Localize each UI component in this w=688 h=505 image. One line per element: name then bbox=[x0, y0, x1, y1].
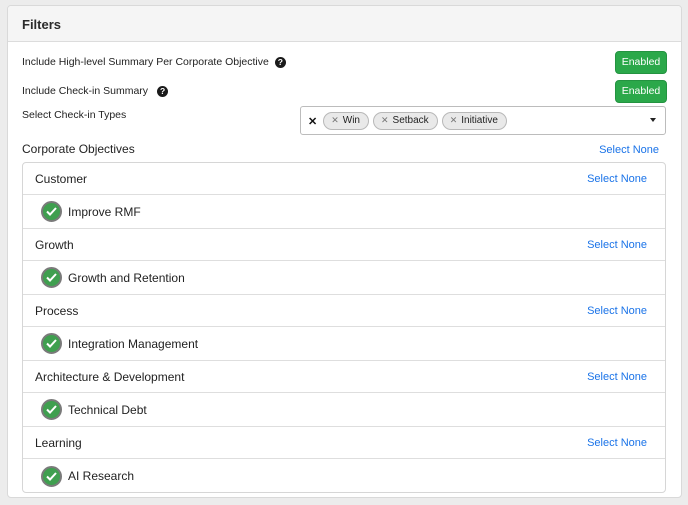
chip-label: Initiative bbox=[461, 115, 498, 126]
checkin-types-select[interactable]: ✕ ✕ Win ✕ Setback ✕ Initiative bbox=[300, 106, 666, 135]
select-none-link[interactable]: Select None bbox=[587, 371, 647, 383]
select-none-all-link[interactable]: Select None bbox=[599, 144, 659, 156]
chevron-down-icon[interactable] bbox=[650, 118, 656, 122]
chip-initiative: ✕ Initiative bbox=[441, 111, 507, 130]
chip-label: Win bbox=[342, 115, 360, 126]
group-header: Architecture & Development Select None bbox=[23, 361, 665, 393]
remove-chip-icon[interactable]: ✕ bbox=[331, 115, 339, 126]
group-architecture-development: Architecture & Development Select None T… bbox=[23, 361, 665, 427]
group-header: Learning Select None bbox=[23, 427, 665, 459]
list-item[interactable]: Integration Management bbox=[23, 327, 665, 361]
group-title: Architecture & Development bbox=[35, 369, 185, 384]
list-item[interactable]: Improve RMF bbox=[23, 195, 665, 229]
chip-win: ✕ Win bbox=[323, 111, 369, 130]
remove-chip-icon[interactable]: ✕ bbox=[450, 115, 458, 126]
question-icon[interactable]: ? bbox=[157, 85, 169, 97]
checkmark-icon[interactable] bbox=[41, 465, 62, 487]
group-header: Process Select None bbox=[23, 295, 665, 327]
group-title: Customer bbox=[35, 171, 88, 186]
checkin-summary-option-row: Include Check-in Summary ? Enabled bbox=[22, 79, 667, 103]
checkmark-icon[interactable] bbox=[41, 201, 62, 222]
select-none-link[interactable]: Select None bbox=[587, 173, 647, 185]
list-item[interactable]: Growth and Retention bbox=[23, 261, 665, 295]
group-header: Growth Select None bbox=[23, 229, 665, 261]
remove-chip-icon[interactable]: ✕ bbox=[381, 115, 389, 126]
list-item[interactable]: Technical Debt bbox=[23, 393, 665, 427]
item-label: Integration Management bbox=[68, 336, 199, 351]
select-none-link[interactable]: Select None bbox=[587, 437, 647, 449]
group-title: Learning bbox=[35, 435, 82, 450]
item-label: Technical Debt bbox=[68, 402, 147, 417]
corporate-objectives-title: Corporate Objectives bbox=[22, 142, 135, 156]
group-header: Customer Select None bbox=[23, 163, 665, 195]
filters-panel: Filters Include High-level Summary Per C… bbox=[7, 5, 682, 498]
group-learning: Learning Select None AI Research bbox=[23, 427, 665, 492]
group-process: Process Select None Integration Manageme… bbox=[23, 295, 665, 361]
panel-title: Filters bbox=[8, 6, 681, 42]
summary-option-row: Include High-level Summary Per Corporate… bbox=[22, 50, 667, 74]
checkin-summary-label: Include Check-in Summary bbox=[22, 85, 149, 97]
checkmark-icon[interactable] bbox=[41, 267, 62, 288]
select-none-link[interactable]: Select None bbox=[587, 305, 647, 317]
checkin-types-label: Select Check-in Types bbox=[22, 109, 127, 121]
clear-all-icon[interactable]: ✕ bbox=[308, 115, 317, 128]
group-growth: Growth Select None Growth and Retention bbox=[23, 229, 665, 295]
item-label: AI Research bbox=[68, 469, 135, 483]
checkmark-icon[interactable] bbox=[41, 333, 62, 354]
group-title: Growth bbox=[35, 237, 74, 252]
item-label: Growth and Retention bbox=[68, 270, 185, 285]
item-label: Improve RMF bbox=[68, 204, 141, 219]
chip-setback: ✕ Setback bbox=[373, 111, 438, 130]
checkin-summary-enabled-toggle[interactable]: Enabled bbox=[615, 79, 667, 103]
chip-label: Setback bbox=[392, 115, 429, 126]
objective-groups: Customer Select None Improve RMF Growth … bbox=[22, 162, 666, 493]
group-title: Process bbox=[35, 303, 79, 318]
checkmark-icon[interactable] bbox=[41, 399, 62, 420]
group-customer: Customer Select None Improve RMF bbox=[23, 163, 665, 229]
list-item[interactable]: AI Research bbox=[23, 459, 665, 492]
summary-enabled-toggle[interactable]: Enabled bbox=[615, 50, 667, 74]
summary-option-label: Include High-level Summary Per Corporate… bbox=[22, 56, 269, 68]
question-icon[interactable]: ? bbox=[274, 56, 286, 68]
select-none-link[interactable]: Select None bbox=[587, 239, 647, 251]
